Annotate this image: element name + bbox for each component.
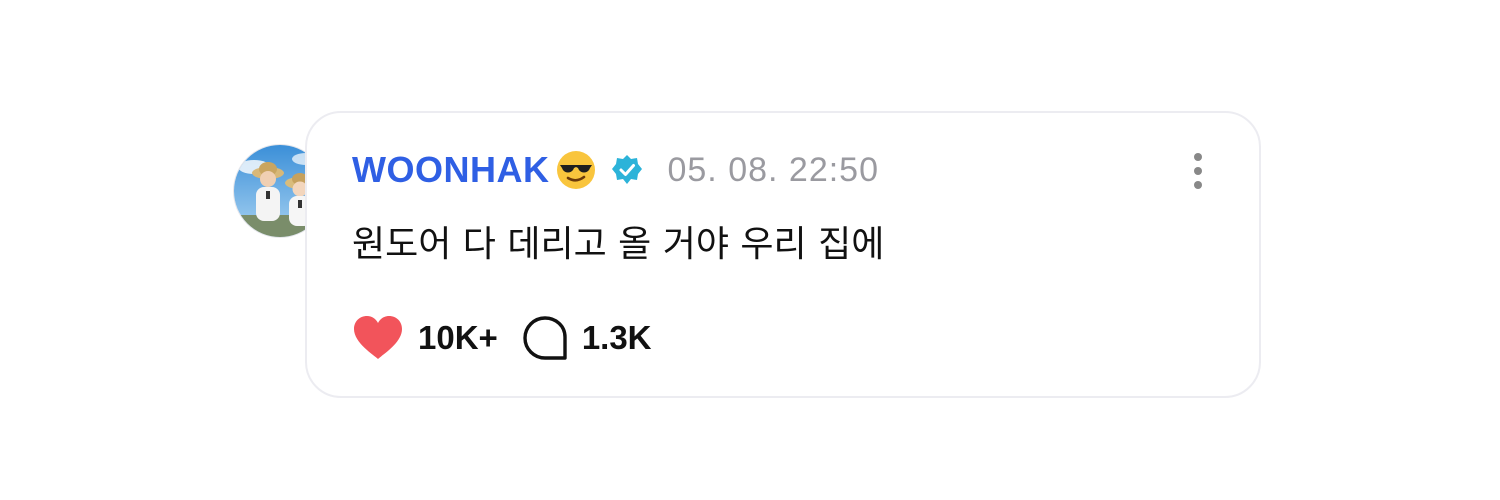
speech-bubble-icon <box>523 316 567 360</box>
comment-button[interactable]: 1.3K <box>522 315 652 361</box>
more-options-button[interactable] <box>1191 151 1205 191</box>
sunglasses-emoji-icon <box>555 149 597 191</box>
comment-count: 1.3K <box>581 319 652 356</box>
post-card: WOONHAK 05. 08. 22:50 원도어 다 데리고 올 거야 우리 … <box>305 111 1261 398</box>
post-message: 원도어 다 데리고 올 거야 우리 집에 <box>352 224 885 265</box>
heart-icon <box>354 316 402 359</box>
post-header: WOONHAK 05. 08. 22:50 <box>352 147 879 193</box>
post-view: WOONHAK 05. 08. 22:50 원도어 다 데리고 올 거야 우리 … <box>0 0 1500 500</box>
like-button[interactable]: 10K+ <box>352 315 498 361</box>
timestamp: 05. 08. 22:50 <box>667 150 879 189</box>
post-actions: 10K+ 1.3K <box>352 313 652 363</box>
verified-badge-icon <box>611 154 643 186</box>
more-vertical-icon <box>1194 153 1202 189</box>
like-count: 10K+ <box>418 319 498 356</box>
username[interactable]: WOONHAK <box>352 149 549 191</box>
